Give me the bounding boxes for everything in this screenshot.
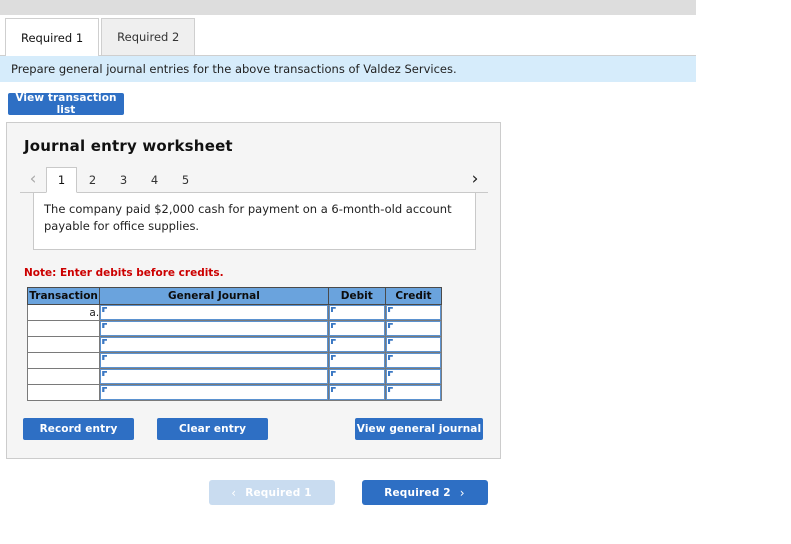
debit-input[interactable]	[328, 321, 385, 336]
general-journal-input[interactable]	[100, 305, 328, 320]
credit-input[interactable]	[385, 337, 441, 352]
worksheet-title: Journal entry worksheet	[24, 137, 233, 155]
clear-entry-button[interactable]: Clear entry	[157, 418, 268, 440]
debit-cell[interactable]	[327, 320, 386, 337]
tab-required-2-label: Required 2	[117, 30, 180, 44]
transaction-label-cell: a.	[26, 304, 101, 321]
credit-cell[interactable]	[384, 384, 443, 401]
debit-cell[interactable]	[327, 352, 386, 369]
debit-cell[interactable]	[327, 368, 386, 385]
debit-cell[interactable]	[327, 384, 386, 401]
column-header-credit: Credit	[384, 287, 443, 305]
transaction-description-text: The company paid $2,000 cash for payment…	[44, 202, 452, 233]
pager-page-1[interactable]: 1	[46, 167, 77, 193]
pager-page-2[interactable]: 2	[77, 167, 108, 192]
pager-prev-glyph: ‹	[29, 168, 37, 189]
debit-input[interactable]	[328, 385, 385, 400]
transaction-label-cell	[26, 384, 101, 401]
general-journal-cell[interactable]	[99, 384, 329, 401]
pager-page-3-label: 3	[119, 173, 128, 187]
general-journal-input[interactable]	[100, 385, 328, 400]
credit-input[interactable]	[385, 305, 441, 320]
bottom-navigation: ‹ Required 1 Required 2 ›	[0, 480, 696, 505]
transaction-description-box: The company paid $2,000 cash for payment…	[33, 192, 476, 250]
instruction-text: Prepare general journal entries for the …	[11, 62, 457, 76]
pager-page-3[interactable]: 3	[108, 167, 139, 192]
transaction-label-cell	[26, 352, 101, 369]
pager-page-5[interactable]: 5	[170, 167, 201, 192]
chevron-left-icon: ‹	[231, 485, 237, 500]
top-gray-strip	[0, 0, 696, 15]
nav-next-label: Required 2	[384, 486, 451, 499]
table-row: a.	[26, 304, 443, 321]
view-general-journal-button[interactable]: View general journal	[355, 418, 483, 440]
credit-input[interactable]	[385, 385, 441, 400]
chevron-left-icon[interactable]: ‹	[20, 166, 46, 192]
credit-cell[interactable]	[384, 352, 443, 369]
chevron-right-icon: ›	[459, 485, 465, 500]
instruction-banner: Prepare general journal entries for the …	[0, 56, 696, 82]
pager-page-2-label: 2	[88, 173, 97, 187]
tab-required-1[interactable]: Required 1	[5, 18, 100, 56]
credit-cell[interactable]	[384, 336, 443, 353]
credit-input[interactable]	[385, 369, 441, 384]
pager-page-1-label: 1	[57, 173, 66, 187]
transaction-label-cell	[26, 368, 101, 385]
table-row	[26, 336, 443, 353]
record-entry-label: Record entry	[39, 423, 118, 435]
table-row	[26, 368, 443, 385]
column-header-general-journal: General Journal	[99, 287, 329, 305]
pager-page-5-label: 5	[181, 173, 190, 187]
nav-previous-label: Required 1	[245, 486, 312, 499]
view-transaction-list-label: View transaction list	[15, 92, 117, 116]
transaction-label-cell	[26, 336, 101, 353]
debit-input[interactable]	[328, 337, 385, 352]
general-journal-cell[interactable]	[99, 352, 329, 369]
clear-entry-label: Clear entry	[178, 423, 247, 435]
general-journal-cell[interactable]	[99, 368, 329, 385]
journal-entry-table: Transaction General Journal Debit Credit…	[26, 287, 443, 401]
journal-entry-worksheet-panel: Journal entry worksheet ‹ 1 2 3 4 5 › Th…	[6, 122, 501, 459]
credit-cell[interactable]	[384, 320, 443, 337]
debit-input[interactable]	[328, 305, 385, 320]
view-general-journal-label: View general journal	[356, 423, 482, 435]
pager-next-glyph: ›	[471, 168, 479, 189]
credit-cell[interactable]	[384, 368, 443, 385]
view-transaction-list-button[interactable]: View transaction list	[8, 92, 124, 116]
general-journal-input[interactable]	[100, 321, 328, 336]
table-header-row: Transaction General Journal Debit Credit	[26, 287, 443, 305]
credit-input[interactable]	[385, 353, 441, 368]
pager-page-4-label: 4	[150, 173, 159, 187]
record-entry-button[interactable]: Record entry	[23, 418, 134, 440]
transaction-label-cell	[26, 320, 101, 337]
general-journal-cell[interactable]	[99, 336, 329, 353]
column-header-debit: Debit	[327, 287, 386, 305]
debit-cell[interactable]	[327, 304, 386, 321]
debit-input[interactable]	[328, 369, 385, 384]
pager-page-4[interactable]: 4	[139, 167, 170, 192]
general-journal-cell[interactable]	[99, 320, 329, 337]
debit-cell[interactable]	[327, 336, 386, 353]
tab-required-1-label: Required 1	[21, 30, 84, 45]
credit-input[interactable]	[385, 321, 441, 336]
general-journal-cell[interactable]	[99, 304, 329, 321]
worksheet-pager: ‹ 1 2 3 4 5 ›	[20, 167, 488, 193]
general-journal-input[interactable]	[100, 353, 328, 368]
requirement-tabs: Required 1 Required 2	[0, 18, 696, 56]
table-row	[26, 352, 443, 369]
general-journal-input[interactable]	[100, 369, 328, 384]
nav-previous-required-1-button: ‹ Required 1	[208, 480, 335, 505]
column-header-transaction: Transaction	[26, 287, 101, 305]
general-journal-input[interactable]	[100, 337, 328, 352]
debits-before-credits-note: Note: Enter debits before credits.	[24, 267, 224, 279]
tab-required-2[interactable]: Required 2	[101, 18, 196, 55]
table-row	[26, 320, 443, 337]
chevron-right-icon[interactable]: ›	[462, 166, 488, 192]
credit-cell[interactable]	[384, 304, 443, 321]
nav-next-required-2-button[interactable]: Required 2 ›	[361, 480, 488, 505]
debit-input[interactable]	[328, 353, 385, 368]
table-row	[26, 384, 443, 401]
